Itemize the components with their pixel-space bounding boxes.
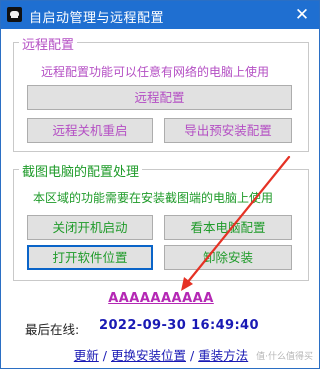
watermark: 值·什么值得买 bbox=[256, 352, 313, 362]
red-annotation-arrow bbox=[181, 155, 291, 291]
main-window: 自启动管理与远程配置 ✕ 远程配置 远程配置功能可以任意有网络的电脑上使用 远程… bbox=[0, 0, 320, 369]
